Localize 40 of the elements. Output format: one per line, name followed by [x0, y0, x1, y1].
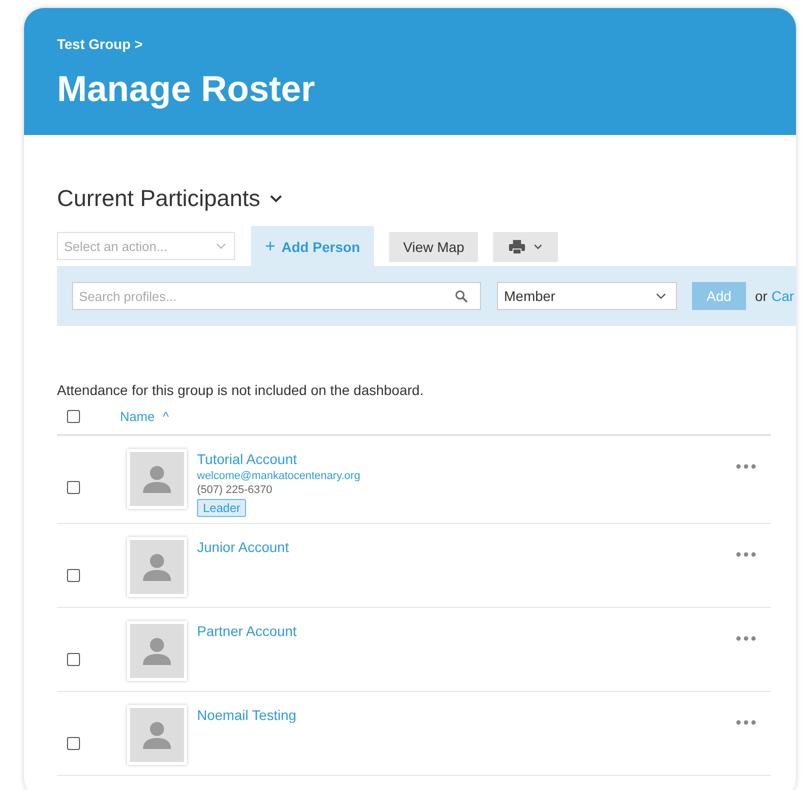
row-checkbox[interactable]: [67, 737, 80, 750]
breadcrumb-link[interactable]: Test Group >: [57, 36, 143, 52]
chevron-down-icon: [216, 242, 226, 250]
chevron-down-icon[interactable]: [270, 194, 282, 202]
row-checkbox[interactable]: [67, 569, 80, 582]
add-button[interactable]: Add: [692, 282, 746, 310]
more-options-icon[interactable]: [736, 720, 756, 725]
phone-text: (507) 225-6370: [197, 484, 272, 496]
avatar-placeholder: [127, 705, 187, 765]
participant-name-link[interactable]: Tutorial Account: [197, 451, 297, 467]
avatar-placeholder: [127, 449, 187, 509]
search-field[interactable]: Search profiles...: [72, 282, 481, 310]
print-button[interactable]: [493, 232, 558, 262]
select-all-checkbox[interactable]: [67, 410, 80, 422]
row-checkbox[interactable]: [67, 481, 80, 494]
role-badge: Leader: [197, 499, 246, 517]
notice-text: Attendance for this group is not included on the dashboard.: [57, 382, 425, 398]
more-options-icon[interactable]: [736, 552, 756, 557]
chevron-down-icon: [534, 244, 542, 250]
row-checkbox[interactable]: [67, 653, 80, 666]
participant-name-link[interactable]: Partner Account: [197, 623, 297, 639]
avatar-placeholder: [127, 621, 187, 681]
or-text: or: [755, 288, 768, 304]
name-column-header[interactable]: Name ^: [120, 408, 169, 424]
avatar-placeholder: [127, 537, 187, 597]
more-options-icon[interactable]: [736, 636, 756, 641]
page-title: Manage Roster: [57, 68, 316, 110]
search-icon: [455, 290, 468, 302]
view-map-button[interactable]: View Map: [389, 232, 478, 262]
section-title: Current Participants: [57, 185, 260, 212]
chevron-down-icon: [656, 292, 666, 300]
participant-name-link[interactable]: Junior Account: [197, 539, 289, 555]
add-person-tab[interactable]: + Add Person: [251, 226, 374, 266]
email-link[interactable]: welcome@mankatocentenary.org: [197, 470, 360, 482]
role-select[interactable]: Member: [497, 282, 677, 310]
printer-icon: [509, 240, 526, 254]
participant-name-link[interactable]: Noemail Testing: [197, 707, 296, 723]
action-select[interactable]: Select an action...: [57, 232, 235, 260]
more-options-icon[interactable]: [736, 464, 756, 469]
cancel-link[interactable]: Car: [771, 288, 794, 304]
